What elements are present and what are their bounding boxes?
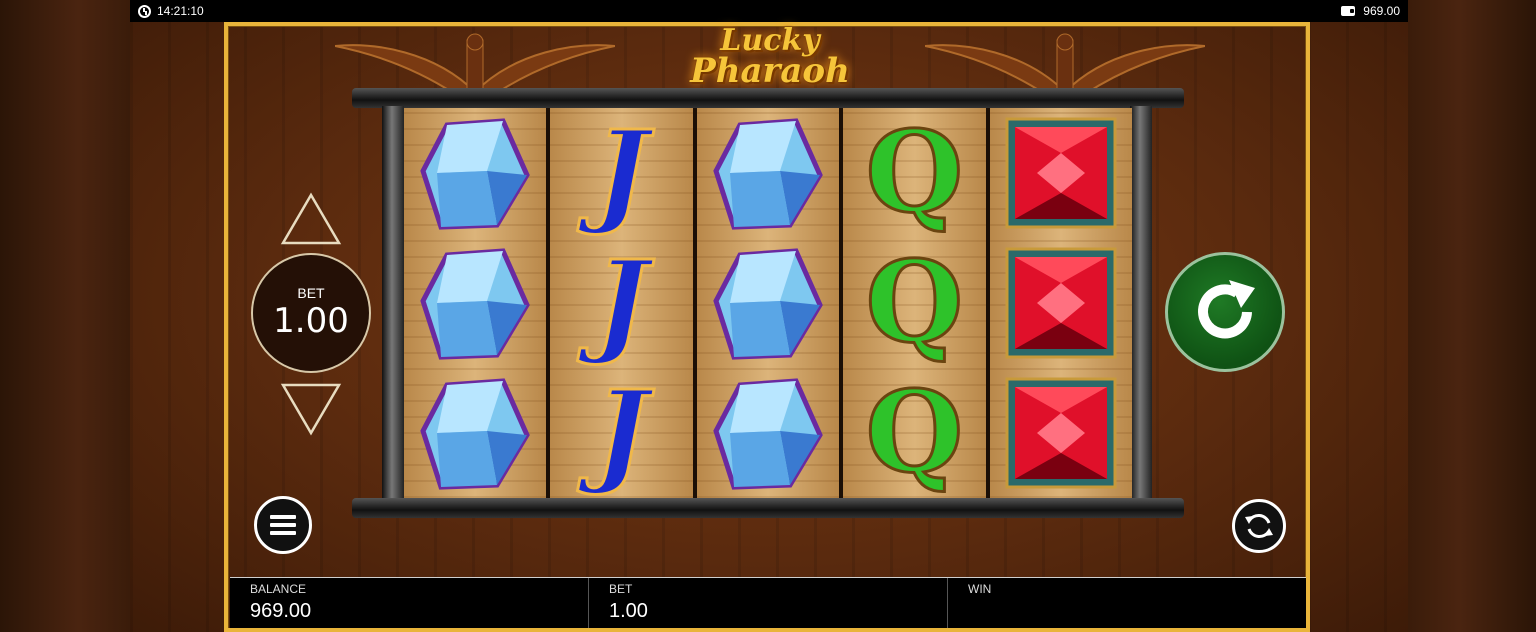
reel-4: Q Q Q [843,108,986,498]
autoplay-icon [1245,514,1273,538]
logo-line2: Pharaoh [690,51,850,91]
clock: 14:21:10 [138,4,204,18]
symbol-q-text: Q [864,107,965,238]
status-balance: 969.00 [1341,4,1400,18]
info-win: WIN [948,578,1306,628]
reel-3 [696,108,840,498]
spin-button[interactable] [1165,252,1285,372]
symbol-q: Q [852,371,976,495]
reel-5 [989,108,1133,498]
bet-increase-button[interactable] [280,192,342,246]
hamburger-icon [270,515,296,519]
reel-frame-bottom [352,498,1184,518]
symbol-j-text: J [594,367,650,498]
left-backdrop [0,0,130,632]
autoplay-button[interactable] [1232,499,1286,553]
win-label: WIN [968,582,992,596]
symbol-q-text: Q [864,237,965,368]
blue-crystal-icon [413,111,537,235]
blue-crystal-icon [706,111,830,235]
hamburger-icon-bar [270,523,296,527]
reel-2: J J J [550,108,693,498]
clock-icon [138,4,151,18]
blue-crystal-icon [413,241,537,365]
game-area: Lucky Pharaoh J J J Q Q Q BET 1.00 BALAN… [130,22,1408,632]
hamburger-icon-bar [270,531,296,535]
symbol-q: Q [852,111,976,235]
blue-crystal-icon [706,241,830,365]
symbol-j-text: J [594,237,650,368]
symbol-q: Q [852,241,976,365]
symbol-j: J [560,371,684,495]
symbol-j: J [560,111,684,235]
blue-crystal-icon [413,371,537,495]
status-time: 14:21:10 [157,4,204,18]
bet-display-value: 1.00 [273,301,349,341]
bet-display-label: BET [297,285,325,301]
reel-frame-top [352,88,1184,108]
info-balance: BALANCE 969.00 [230,578,589,628]
bet-value: 1.00 [609,600,648,622]
frame-bottom-edge [224,628,1310,632]
blue-crystal-icon [706,371,830,495]
status-bar: 14:21:10 969.00 [130,0,1408,22]
red-gem-icon [999,241,1123,365]
bet-decrease-button[interactable] [280,382,342,436]
red-gem-icon [999,371,1123,495]
red-gem-icon [999,111,1123,235]
info-bar: BALANCE 969.00 BET 1.00 WIN [230,578,1306,628]
reels: J J J Q Q Q [404,108,1133,498]
bet-label: BET [609,582,633,596]
reel-pillar-left [382,106,404,500]
right-backdrop [1408,0,1536,632]
menu-button[interactable] [254,496,312,554]
bet-display: BET 1.00 [251,253,371,373]
symbol-j: J [560,241,684,365]
status-balance-value: 969.00 [1363,4,1400,18]
balance-label: BALANCE [250,582,307,596]
spin-arrow-icon [1198,280,1255,339]
balance-value: 969.00 [250,600,312,622]
info-bet: BET 1.00 [589,578,948,628]
symbol-j-text: J [594,107,650,238]
wallet-icon [1341,6,1356,16]
reel-pillar-right [1130,106,1152,500]
reel-1 [404,108,547,498]
symbol-q-text: Q [864,367,965,498]
